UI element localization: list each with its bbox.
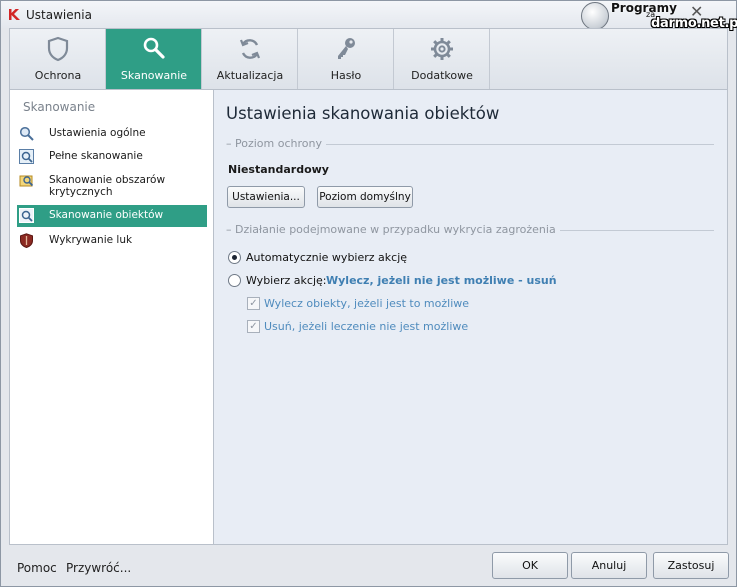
- magnifier-icon: [19, 126, 34, 141]
- main-tab-bar: Ochrona Skanowanie Aktualizacja Hasło Do…: [9, 28, 728, 89]
- radio-choose-action[interactable]: Wybierz akcję: Wylecz, jeżeli nie jest m…: [228, 273, 557, 289]
- sidebar-item-skanowanie-obiektow[interactable]: Skanowanie obiektów: [17, 205, 207, 227]
- settings-panel: Ustawienia skanowania obiektów – Poziom …: [214, 89, 728, 545]
- title-bar: Ustawienia Programy za darmo.net.pl ✕: [1, 1, 737, 31]
- window-title: Ustawienia: [26, 8, 92, 22]
- apply-button[interactable]: Zastosuj: [653, 552, 729, 579]
- ok-button[interactable]: OK: [492, 552, 568, 579]
- checkbox-checked-disabled[interactable]: ✓: [247, 320, 260, 333]
- watermark-line-1: Programy: [611, 1, 677, 15]
- object-scan-icon: [19, 208, 34, 223]
- checkbox-delete[interactable]: ✓ Usuń, jeżeli leczenie nie jest możliwe: [247, 319, 468, 335]
- sidebar-item-ustawienia-ogolne[interactable]: Ustawienia ogólne: [17, 123, 207, 143]
- app-logo-icon: [9, 9, 20, 20]
- sidebar-item-label: Skanowanie obszarów krytycznych: [49, 174, 166, 198]
- radio-auto-action-label: Automatycznie wybierz akcję: [246, 251, 408, 264]
- section-heading: – Działanie podejmowane w przypadku wykr…: [226, 223, 560, 236]
- sidebar-item-label: Pełne skanowanie: [49, 150, 143, 162]
- protection-level-value: Niestandardowy: [228, 163, 329, 176]
- full-scan-icon: [19, 149, 34, 164]
- sidebar-item-label: Ustawienia ogólne: [49, 127, 146, 139]
- page-title: Ustawienia skanowania obiektów: [226, 104, 500, 123]
- shield-icon: [47, 36, 69, 62]
- settings-window: Ustawienia Programy za darmo.net.pl ✕ Oc…: [0, 0, 737, 587]
- sidebar-item-wykrywanie-luk[interactable]: Wykrywanie luk: [17, 230, 207, 250]
- key-icon: [338, 38, 355, 59]
- tab-dodatkowe[interactable]: Dodatkowe: [394, 29, 490, 89]
- protection-level-section: – Poziom ochrony: [226, 137, 714, 151]
- tab-label: Skanowanie: [120, 69, 188, 82]
- checkbox-disinfect[interactable]: ✓ Wylecz obiekty, jeżeli jest to możliwe: [247, 296, 469, 312]
- tab-label: Hasło: [330, 69, 362, 82]
- section-heading: – Poziom ochrony: [226, 137, 326, 150]
- checkbox-disinfect-label: Wylecz obiekty, jeżeli jest to możliwe: [264, 297, 470, 310]
- default-level-button[interactable]: Poziom domyślny: [317, 186, 413, 208]
- settings-button[interactable]: Ustawienia...: [227, 186, 305, 208]
- magnifier-icon: [143, 37, 165, 59]
- tab-label: Aktualizacja: [216, 69, 284, 82]
- sidebar-item-pelne-skanowanie[interactable]: Pełne skanowanie: [17, 146, 207, 166]
- cancel-button[interactable]: Anuluj: [571, 552, 647, 579]
- radio-auto-action[interactable]: Automatycznie wybierz akcję: [228, 250, 407, 266]
- section-heading-text: Działanie podejmowane w przypadku wykryc…: [235, 223, 556, 236]
- chosen-action-link[interactable]: Wylecz, jeżeli nie jest możliwe - usuń: [326, 274, 557, 287]
- vulnerability-shield-icon: [20, 233, 33, 248]
- sidebar: Skanowanie Ustawienia ogólne Pełne skano…: [9, 89, 214, 545]
- gear-icon: [431, 38, 453, 60]
- threat-action-section: – Działanie podejmowane w przypadku wykr…: [226, 223, 714, 237]
- tab-aktualizacja[interactable]: Aktualizacja: [202, 29, 298, 89]
- refresh-icon: [239, 39, 261, 59]
- sidebar-heading: Skanowanie: [23, 100, 96, 114]
- section-heading-text: Poziom ochrony: [235, 137, 322, 150]
- sidebar-item-label: Wykrywanie luk: [49, 234, 133, 246]
- radio-button[interactable]: [228, 274, 241, 287]
- checkbox-checked-disabled[interactable]: ✓: [247, 297, 260, 310]
- sidebar-item-label: Skanowanie obiektów: [49, 209, 164, 221]
- sidebar-item-obszary-krytyczne[interactable]: Skanowanie obszarów krytycznych: [17, 170, 207, 202]
- radio-choose-action-label: Wybierz akcję:: [246, 274, 327, 287]
- watermark-emblem-icon: [581, 2, 609, 30]
- tab-label: Dodatkowe: [411, 69, 473, 82]
- critical-areas-icon: [19, 175, 34, 187]
- tab-haslo[interactable]: Hasło: [298, 29, 394, 89]
- tab-skanowanie[interactable]: Skanowanie: [106, 29, 202, 89]
- radio-button-selected[interactable]: [228, 251, 241, 264]
- checkbox-delete-label: Usuń, jeżeli leczenie nie jest możliwe: [264, 320, 469, 333]
- tab-label: Ochrona: [34, 69, 82, 82]
- tab-ochrona[interactable]: Ochrona: [10, 29, 106, 89]
- restore-link[interactable]: Przywróć...: [66, 561, 131, 575]
- close-button[interactable]: ✕: [690, 2, 703, 21]
- help-link[interactable]: Pomoc: [17, 561, 57, 575]
